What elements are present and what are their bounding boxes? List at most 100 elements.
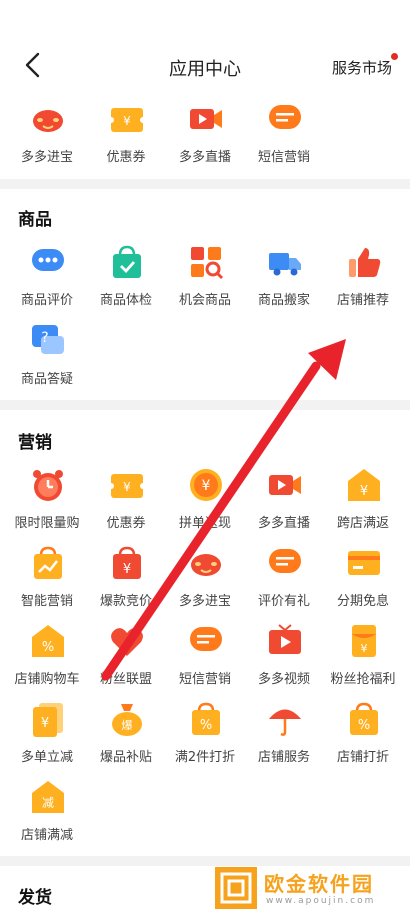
app-label: 店铺购物车 <box>14 672 80 687</box>
app-item[interactable]: 多多视频 <box>243 622 325 692</box>
watermark-url: www.apoujin.com <box>266 896 376 906</box>
svg-text:¥: ¥ <box>202 478 211 494</box>
section-divider <box>0 400 410 410</box>
message-icon <box>266 100 304 138</box>
marketing-grid: 限时限量购 ¥ 优惠券 ¥ 拼单返现 多多直播 ¥ 跨店满返 智能营销 ¥ 爆款… <box>0 466 410 846</box>
app-item[interactable]: 粉丝联盟 <box>85 622 167 692</box>
shopping-bag-check-icon <box>108 243 146 281</box>
app-label: 限时限量购 <box>14 516 80 531</box>
app-label: 智能营销 <box>20 594 73 609</box>
top-apps-grid: 多多进宝 ¥ 优惠券 多多直播 短信营销 <box>0 100 410 170</box>
app-item[interactable]: 短信营销 <box>243 100 325 170</box>
watermark-title: 欧金软件园 <box>264 872 374 896</box>
app-label: 多多进宝 <box>178 594 231 609</box>
section-title-marketing: 营销 <box>18 433 52 453</box>
app-item[interactable]: ¥ 粉丝抢福利 <box>322 622 404 692</box>
section-title-shipping: 发货 <box>18 888 52 908</box>
app-item[interactable]: 商品评价 <box>6 243 88 313</box>
house-jian-icon: 减 <box>29 778 67 816</box>
house-percent-icon: % <box>29 622 67 660</box>
app-item[interactable]: ¥ 优惠券 <box>85 100 167 170</box>
question-bubble-icon: ? <box>29 322 67 360</box>
svg-text:¥: ¥ <box>41 716 49 731</box>
nav-bar: 应用中心 服务市场 <box>0 0 410 92</box>
svg-text:减: 减 <box>42 796 54 810</box>
app-label: 多单立减 <box>20 750 73 765</box>
app-item[interactable]: ¥ 爆款竞价 <box>85 544 167 614</box>
app-item[interactable]: 短信营销 <box>164 622 246 692</box>
app-label: 爆款竞价 <box>99 594 152 609</box>
video-play-icon <box>187 100 225 138</box>
message-icon <box>187 622 225 660</box>
app-label: 多多进宝 <box>20 150 73 165</box>
app-label: 跨店满返 <box>336 516 389 531</box>
grid-search-icon <box>187 243 225 281</box>
app-label: 多多直播 <box>257 516 310 531</box>
app-item[interactable]: 店铺推荐 <box>322 243 404 313</box>
svg-text:%: % <box>358 718 370 733</box>
app-label: 短信营销 <box>257 150 310 165</box>
app-item[interactable]: 评价有礼 <box>243 544 325 614</box>
app-label: 评价有礼 <box>257 594 310 609</box>
app-item[interactable]: % 店铺购物车 <box>6 622 88 692</box>
app-item[interactable]: % 店铺打折 <box>322 700 404 770</box>
bag-trend-icon <box>29 544 67 582</box>
app-item[interactable]: ¥ 多单立减 <box>6 700 88 770</box>
app-label: 店铺打折 <box>336 750 389 765</box>
app-item[interactable]: 限时限量购 <box>6 466 88 536</box>
app-item[interactable]: 多多进宝 <box>6 100 88 170</box>
app-label: 多多视频 <box>257 672 310 687</box>
app-label: 商品答疑 <box>20 372 73 387</box>
app-label: 店铺服务 <box>257 750 310 765</box>
app-item[interactable]: 智能营销 <box>6 544 88 614</box>
thumbs-up-icon <box>345 243 383 281</box>
svg-text:%: % <box>200 718 212 733</box>
app-item[interactable]: ? 商品答疑 <box>6 322 88 392</box>
umbrella-icon <box>266 700 304 738</box>
app-label: 多多直播 <box>178 150 231 165</box>
app-label: 店铺满减 <box>20 828 73 843</box>
yen-stack-icon: ¥ <box>29 700 67 738</box>
app-label: 满2件打折 <box>174 750 236 765</box>
app-item[interactable]: 多多直播 <box>164 100 246 170</box>
app-label: 机会商品 <box>178 293 231 308</box>
watermark: 欧金软件园 www.apoujin.com <box>214 866 404 912</box>
app-item[interactable]: 商品体检 <box>85 243 167 313</box>
app-item[interactable]: 分期免息 <box>322 544 404 614</box>
app-label: 商品评价 <box>20 293 73 308</box>
app-label: 粉丝抢福利 <box>330 672 396 687</box>
svg-text:¥: ¥ <box>123 562 131 577</box>
app-item[interactable]: ¥ 优惠券 <box>85 466 167 536</box>
app-item[interactable]: ¥ 拼单返现 <box>164 466 246 536</box>
app-label: 优惠券 <box>106 150 146 165</box>
notification-dot <box>391 53 398 60</box>
app-item[interactable]: 减 店铺满减 <box>6 778 88 848</box>
service-market-link[interactable]: 服务市场 <box>332 57 392 78</box>
goods-grid: 商品评价 商品体检 机会商品 商品搬家 店铺推荐 ? 商品答疑 <box>0 243 410 393</box>
coin-icon: ¥ <box>187 466 225 504</box>
app-item[interactable]: 多多直播 <box>243 466 325 536</box>
app-item[interactable]: 机会商品 <box>164 243 246 313</box>
coupon-icon: ¥ <box>108 466 146 504</box>
app-label: 店铺推荐 <box>336 293 389 308</box>
card-icon <box>345 544 383 582</box>
app-item[interactable]: 店铺服务 <box>243 700 325 770</box>
svg-text:¥: ¥ <box>123 480 131 494</box>
app-label: 爆品补贴 <box>99 750 152 765</box>
video-play-icon <box>266 466 304 504</box>
app-item[interactable]: % 满2件打折 <box>164 700 246 770</box>
section-divider <box>0 179 410 189</box>
app-item[interactable]: ¥ 跨店满返 <box>322 466 404 536</box>
app-label: 短信营销 <box>178 672 231 687</box>
svg-text:%: % <box>42 640 54 655</box>
piggy-face-icon <box>187 544 225 582</box>
app-item[interactable]: 多多进宝 <box>164 544 246 614</box>
app-item[interactable]: 商品搬家 <box>243 243 325 313</box>
bag-percent-icon: % <box>187 700 225 738</box>
piggy-face-icon <box>29 100 67 138</box>
truck-icon <box>266 243 304 281</box>
chat-bubble-icon <box>29 243 67 281</box>
money-bag-icon: 爆 <box>108 700 146 738</box>
app-item[interactable]: 爆 爆品补贴 <box>85 700 167 770</box>
section-divider <box>0 856 410 866</box>
